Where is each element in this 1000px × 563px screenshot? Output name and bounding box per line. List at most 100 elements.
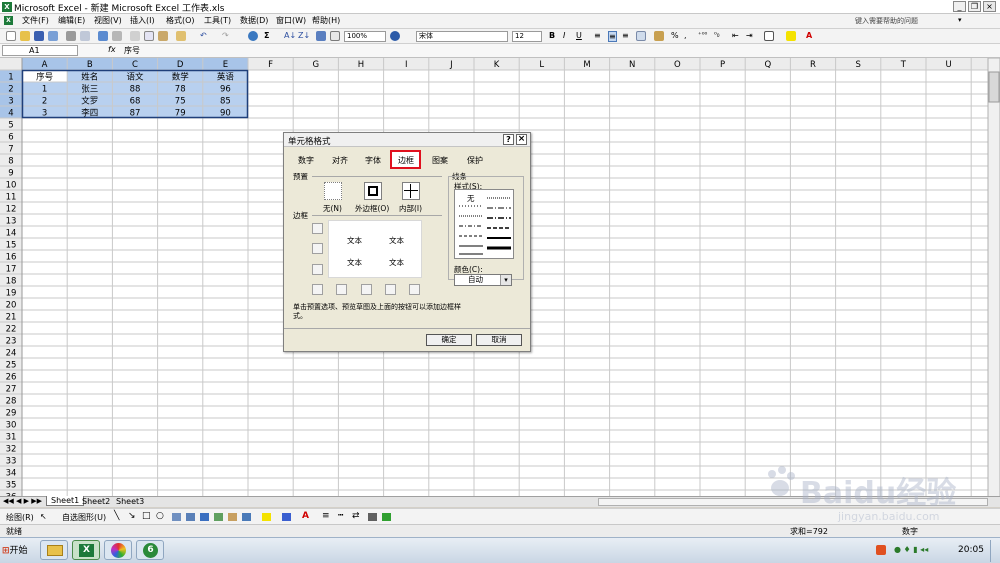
row-header-14[interactable]: 14 bbox=[6, 229, 17, 239]
textbox-icon[interactable] bbox=[172, 513, 181, 521]
taskbar-explorer-button[interactable] bbox=[40, 540, 68, 560]
draw-fill-color-icon[interactable] bbox=[262, 513, 271, 521]
row-header-1[interactable]: 1 bbox=[8, 73, 13, 83]
menu-window[interactable]: 窗口(W) bbox=[276, 15, 306, 26]
taskbar-color-app-button[interactable] bbox=[104, 540, 132, 560]
row-header-22[interactable]: 22 bbox=[6, 325, 17, 335]
menu-file[interactable]: 文件(F) bbox=[22, 15, 49, 26]
arrow-tool-icon[interactable]: ↘ bbox=[128, 511, 136, 521]
row-header-9[interactable]: 9 bbox=[8, 169, 13, 179]
column-header-M[interactable]: M bbox=[583, 60, 590, 70]
preset-inside-button[interactable] bbox=[402, 182, 420, 200]
dialog-close-button[interactable]: × bbox=[516, 134, 527, 145]
sort-descending-icon[interactable]: Z↓ bbox=[298, 31, 310, 40]
cell[interactable]: 数学 bbox=[172, 72, 190, 83]
row-header-34[interactable]: 34 bbox=[6, 469, 17, 479]
column-header-G[interactable]: G bbox=[313, 60, 320, 70]
scrollbar-thumb[interactable] bbox=[988, 71, 1000, 103]
row-header-7[interactable]: 7 bbox=[8, 145, 13, 155]
column-header-H[interactable]: H bbox=[358, 60, 364, 70]
row-header-26[interactable]: 26 bbox=[6, 373, 17, 383]
column-header-U[interactable]: U bbox=[945, 60, 951, 70]
line-style-list[interactable]: 无 bbox=[454, 189, 514, 259]
line-style-samples[interactable] bbox=[455, 190, 515, 260]
border-diagonal-down-button[interactable] bbox=[409, 284, 420, 295]
border-middle-button[interactable] bbox=[312, 243, 323, 254]
row-header-15[interactable]: 15 bbox=[6, 241, 17, 251]
border-left-button[interactable] bbox=[336, 284, 347, 295]
cell[interactable]: 88 bbox=[130, 85, 141, 95]
help-dropdown-icon[interactable]: ▾ bbox=[958, 16, 962, 24]
cell[interactable]: 张三 bbox=[81, 85, 98, 95]
increase-indent-icon[interactable]: ⇥ bbox=[746, 31, 753, 40]
save-icon[interactable] bbox=[34, 31, 44, 41]
color-dropdown-icon[interactable]: ▾ bbox=[500, 275, 511, 285]
border-right-button[interactable] bbox=[385, 284, 396, 295]
sheet-tab-2[interactable]: Sheet2 bbox=[82, 497, 110, 506]
minimize-button[interactable]: _ bbox=[953, 1, 966, 12]
menu-format[interactable]: 格式(O) bbox=[166, 15, 195, 26]
row-header-4[interactable]: 4 bbox=[8, 109, 13, 119]
column-header-O[interactable]: O bbox=[674, 60, 681, 70]
row-header-17[interactable]: 17 bbox=[6, 265, 17, 275]
picture-icon[interactable] bbox=[242, 513, 251, 521]
spelling-icon[interactable] bbox=[98, 31, 108, 41]
border-diagonal-up-button[interactable] bbox=[312, 284, 323, 295]
autoshapes-button[interactable]: 自选图形(U) bbox=[62, 512, 106, 523]
hyperlink-icon[interactable] bbox=[248, 31, 258, 41]
cell[interactable]: 文罗 bbox=[81, 96, 98, 107]
row-header-30[interactable]: 30 bbox=[6, 421, 17, 431]
decrease-decimal-icon[interactable]: ⁰₀ bbox=[714, 31, 720, 39]
cell[interactable]: 英语 bbox=[217, 72, 235, 83]
print-preview-icon[interactable] bbox=[80, 31, 90, 41]
menu-tools[interactable]: 工具(T) bbox=[204, 15, 231, 26]
taskbar-messenger-button[interactable]: 6 bbox=[136, 540, 164, 560]
function-icon[interactable]: fx bbox=[108, 45, 116, 54]
format-painter-icon[interactable] bbox=[176, 31, 186, 41]
italic-button[interactable]: I bbox=[563, 31, 565, 40]
align-center-icon[interactable]: ≡ bbox=[608, 31, 617, 42]
row-header-24[interactable]: 24 bbox=[6, 349, 17, 359]
menu-view[interactable]: 视图(V) bbox=[94, 15, 122, 26]
clipart-icon[interactable] bbox=[228, 513, 237, 521]
column-header-C[interactable]: C bbox=[132, 60, 138, 70]
row-header-23[interactable]: 23 bbox=[6, 337, 17, 347]
bold-button[interactable]: B bbox=[549, 31, 555, 40]
cell[interactable]: 序号 bbox=[36, 72, 53, 83]
restore-button[interactable]: ❐ bbox=[968, 1, 981, 12]
row-header-33[interactable]: 33 bbox=[6, 457, 17, 467]
dash-style-icon[interactable]: ┅ bbox=[338, 511, 343, 521]
autosum-icon[interactable]: Σ bbox=[264, 31, 269, 40]
cell[interactable]: 78 bbox=[175, 85, 186, 95]
3d-style-icon[interactable] bbox=[382, 513, 391, 521]
align-right-icon[interactable]: ≡ bbox=[622, 31, 629, 40]
row-header-3[interactable]: 3 bbox=[8, 97, 13, 107]
ok-button[interactable]: 确定 bbox=[426, 334, 472, 346]
menu-edit[interactable]: 编辑(E) bbox=[58, 15, 85, 26]
select-pointer-icon[interactable]: ↖ bbox=[40, 512, 47, 521]
vertical-scrollbar[interactable] bbox=[987, 58, 1000, 498]
cell[interactable]: 语文 bbox=[126, 72, 144, 83]
row-header-28[interactable]: 28 bbox=[6, 397, 17, 407]
help-search-input[interactable]: 键入需要帮助的问题 bbox=[855, 16, 955, 27]
border-preview[interactable]: 文本 文本 文本 文本 bbox=[328, 220, 422, 278]
help-icon[interactable] bbox=[390, 31, 400, 41]
copy-icon[interactable] bbox=[144, 31, 154, 41]
row-header-12[interactable]: 12 bbox=[6, 205, 17, 215]
row-header-16[interactable]: 16 bbox=[6, 253, 17, 263]
cell[interactable]: 96 bbox=[220, 85, 231, 95]
column-header-R[interactable]: R bbox=[810, 60, 816, 70]
open-folder-icon[interactable] bbox=[20, 31, 30, 41]
sheet-nav-icon[interactable]: ◀◀ ◀ ▶ ▶▶ bbox=[3, 497, 42, 505]
column-header-N[interactable]: N bbox=[629, 60, 635, 70]
cell[interactable]: 1 bbox=[42, 85, 47, 95]
dialog-help-button[interactable]: ? bbox=[503, 134, 514, 145]
menu-insert[interactable]: 插入(I) bbox=[130, 15, 155, 26]
underline-button[interactable]: U bbox=[576, 31, 582, 40]
horizontal-scrollbar[interactable] bbox=[598, 498, 988, 506]
preset-none-button[interactable] bbox=[324, 182, 342, 200]
new-document-icon[interactable] bbox=[6, 31, 16, 41]
merge-center-icon[interactable] bbox=[636, 31, 646, 41]
increase-decimal-icon[interactable]: ⁺⁰⁰ bbox=[698, 31, 707, 39]
document-icon[interactable]: X bbox=[4, 16, 13, 25]
